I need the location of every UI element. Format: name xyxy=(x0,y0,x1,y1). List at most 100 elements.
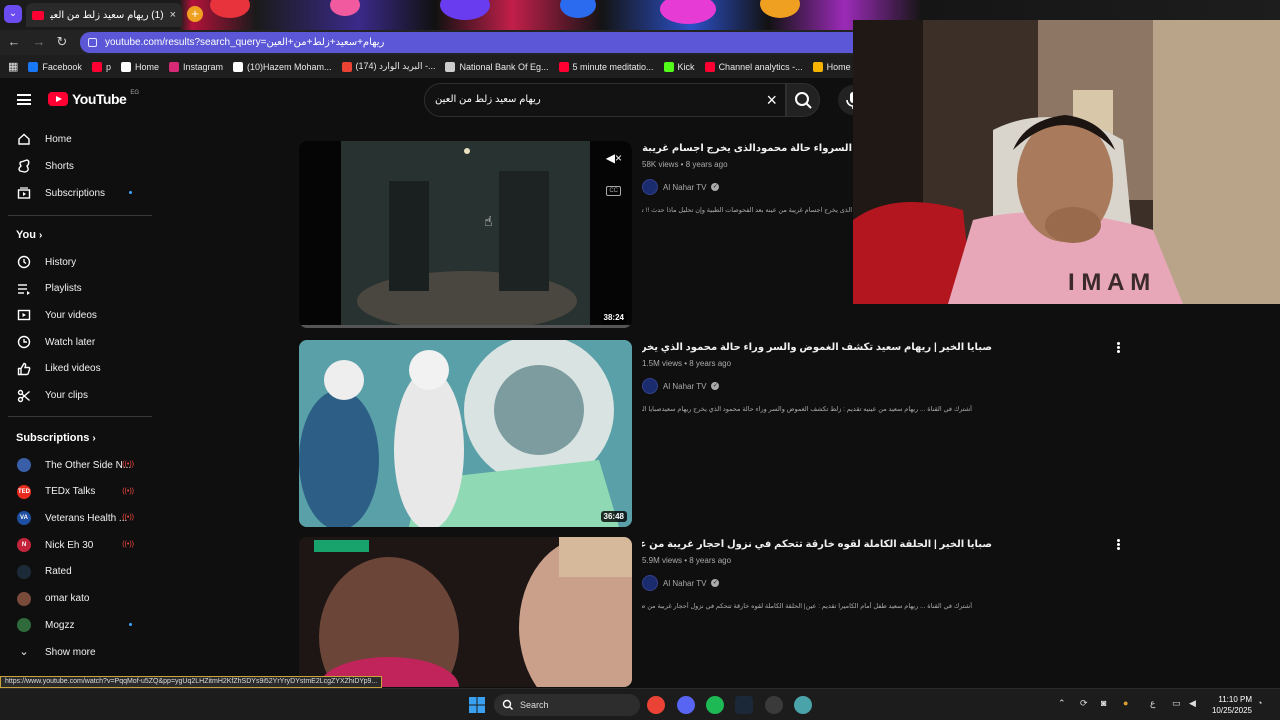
settings-app-icon[interactable] xyxy=(765,696,783,714)
subscription-item[interactable]: N Nick Eh 30 ((•)) xyxy=(8,532,152,558)
bookmark-7[interactable]: 5 minute meditatio... xyxy=(558,61,654,72)
video-thumbnail[interactable]: 36:48 xyxy=(299,340,632,527)
gamepad-icon[interactable]: ◙ xyxy=(1101,698,1106,708)
channel-link[interactable]: Al Nahar TV ✓ xyxy=(642,575,720,591)
wallpaper-shape xyxy=(440,0,490,20)
subscription-item[interactable]: TED TEDx Talks ((•)) xyxy=(8,479,152,505)
channel-avatar xyxy=(17,458,31,472)
search-query-text: ريهام سعيد زلط من العين xyxy=(435,94,541,105)
reload-icon[interactable]: ↻ xyxy=(54,34,70,50)
subscription-item[interactable]: omar kato xyxy=(8,586,152,612)
youtube-icon xyxy=(704,61,715,72)
tab-close-icon[interactable]: × xyxy=(170,9,176,21)
mic-tray-icon[interactable]: ● xyxy=(1123,698,1128,708)
sidebar-item-label: Subscriptions xyxy=(45,187,106,199)
subscription-label: Nick Eh 30 xyxy=(45,539,94,551)
search-input[interactable]: ريهام سعيد زلط من العين × xyxy=(424,83,786,117)
tab-active[interactable]: (1) ريهام سعيد زلط من العين - × xyxy=(26,3,182,27)
channel-avatar[interactable] xyxy=(642,179,658,195)
subscription-item[interactable]: The Other Side N... ((•)) xyxy=(8,452,152,478)
subscription-label: The Other Side N... xyxy=(45,459,132,471)
show-more-button[interactable]: ⌄ Show more xyxy=(8,639,152,665)
sidebar-item-playlists[interactable]: Playlists xyxy=(8,276,152,302)
windows-start-icon[interactable] xyxy=(469,697,485,713)
network-icon[interactable]: ▭ xyxy=(1172,698,1181,709)
sidebar-item-shorts[interactable]: Shorts xyxy=(8,153,152,179)
tab-actions-menu[interactable]: ⌄ xyxy=(4,5,22,23)
subscriptions-heading-label: Subscriptions xyxy=(16,432,90,444)
video-title[interactable]: السرواء حالة محمودالذى يخرج اجسام غريبة … xyxy=(642,143,852,154)
discord-app-icon[interactable] xyxy=(677,696,695,714)
channel-name[interactable]: Al Nahar TV xyxy=(663,579,706,588)
gmail-icon xyxy=(341,61,352,72)
subscription-item[interactable]: VA Veterans Health ... ((•)) xyxy=(8,505,152,531)
chrome-app-icon[interactable] xyxy=(647,696,665,714)
captions-icon[interactable]: CC xyxy=(606,186,621,196)
scissors-icon xyxy=(17,389,31,403)
sidebar-item-history[interactable]: History xyxy=(8,249,152,275)
channel-link[interactable]: Al Nahar TV ✓ xyxy=(642,378,720,394)
tray-overflow-icon[interactable]: ⌃ xyxy=(1058,698,1066,709)
more-options-icon[interactable] xyxy=(1114,538,1122,552)
clear-search-icon[interactable]: × xyxy=(766,90,777,110)
live-icon: ((•)) xyxy=(122,514,134,522)
search-button[interactable] xyxy=(786,83,820,117)
sidebar-item-watch-later[interactable]: Watch later xyxy=(8,329,152,355)
subscription-label: TEDx Talks xyxy=(45,486,96,498)
bookmark-0[interactable]: Facebook xyxy=(28,61,82,72)
bookmark-5[interactable]: (174) البريد الوارد -... xyxy=(341,61,435,72)
forward-arrow-icon[interactable]: → xyxy=(31,34,47,50)
logo-country-code: EG xyxy=(130,90,139,96)
bookmark-9[interactable]: Channel analytics -... xyxy=(704,61,803,72)
sidebar-item-label: History xyxy=(45,256,77,268)
sidebar-you-heading[interactable]: You › xyxy=(16,229,42,241)
volume-icon[interactable]: ◀ xyxy=(1189,698,1196,709)
more-options-icon[interactable] xyxy=(1114,341,1122,355)
x-icon xyxy=(120,61,131,72)
bookmark-8[interactable]: Kick xyxy=(663,61,695,72)
channel-avatar[interactable] xyxy=(642,378,658,394)
youtube-logo[interactable]: YouTube EG xyxy=(48,90,139,107)
sidebar-item-your-clips[interactable]: Your clips xyxy=(8,383,152,409)
spotify-app-icon[interactable] xyxy=(706,696,724,714)
sidebar-item-liked-videos[interactable]: Liked videos xyxy=(8,356,152,382)
sidebar-item-home[interactable]: Home xyxy=(8,126,152,152)
subscription-item[interactable]: Rated xyxy=(8,559,152,585)
taskbar-search-box[interactable]: Search xyxy=(494,694,640,716)
video-description-snippet: الذى يخرج اجسام غريبة من عينه بعد الفحوص… xyxy=(642,207,852,214)
apps-grid-icon[interactable]: ▦ xyxy=(8,60,18,73)
menu-icon[interactable] xyxy=(17,94,31,105)
video-title[interactable]: صبايا الخير | الحلقة الكاملة لقوه خارقة … xyxy=(642,539,992,550)
subscription-label: Rated xyxy=(45,566,72,578)
channel-name[interactable]: Al Nahar TV xyxy=(663,382,706,391)
bookmark-1[interactable]: p xyxy=(91,61,111,72)
channel-avatar[interactable] xyxy=(642,575,658,591)
sidebar-item-your-videos[interactable]: Your videos xyxy=(8,302,152,328)
new-tab-button[interactable]: + xyxy=(187,6,203,22)
your-videos-icon xyxy=(17,308,31,322)
sync-icon[interactable]: ⟳ xyxy=(1080,698,1088,709)
bookmark-6[interactable]: National Bank Of Eg... xyxy=(445,61,549,72)
back-arrow-icon[interactable]: ← xyxy=(6,34,22,50)
notifications-icon[interactable]: ◔ xyxy=(1257,698,1262,708)
bookmark-4[interactable]: (10)Hazem Moham... xyxy=(233,61,332,72)
video-title[interactable]: صبايا الخير | ريهام سعيد تكشف الغموض وال… xyxy=(642,342,992,353)
address-bar[interactable]: youtube.com/results?search_query=ريهام+س… xyxy=(80,32,870,53)
sidebar-subscriptions-heading[interactable]: Subscriptions › xyxy=(16,432,96,444)
language-indicator[interactable]: ع xyxy=(1150,698,1155,709)
channel-name[interactable]: Al Nahar TV xyxy=(663,183,706,192)
subscription-item[interactable]: Mogzz xyxy=(8,612,152,638)
steam-app-icon[interactable] xyxy=(735,696,753,714)
video-thumbnail[interactable]: ◀× CC ☝ 38:24 xyxy=(299,141,632,328)
sidebar-item-subscriptions[interactable]: Subscriptions xyxy=(8,180,152,206)
bookmark-2[interactable]: Home xyxy=(120,61,159,72)
browser-app-icon[interactable] xyxy=(794,696,812,714)
bookmark-3[interactable]: Instagram xyxy=(168,61,223,72)
sidebar: Home Shorts Subscriptions You › History Playl… xyxy=(0,122,160,677)
taskbar-clock[interactable]: 11:10 PM 10/25/2025 xyxy=(1212,694,1252,716)
channel-link[interactable]: Al Nahar TV ✓ xyxy=(642,179,720,195)
mute-icon[interactable]: ◀× xyxy=(606,151,622,165)
history-icon xyxy=(17,255,31,269)
site-info-icon[interactable] xyxy=(88,38,97,47)
video-thumbnail[interactable] xyxy=(299,537,632,687)
